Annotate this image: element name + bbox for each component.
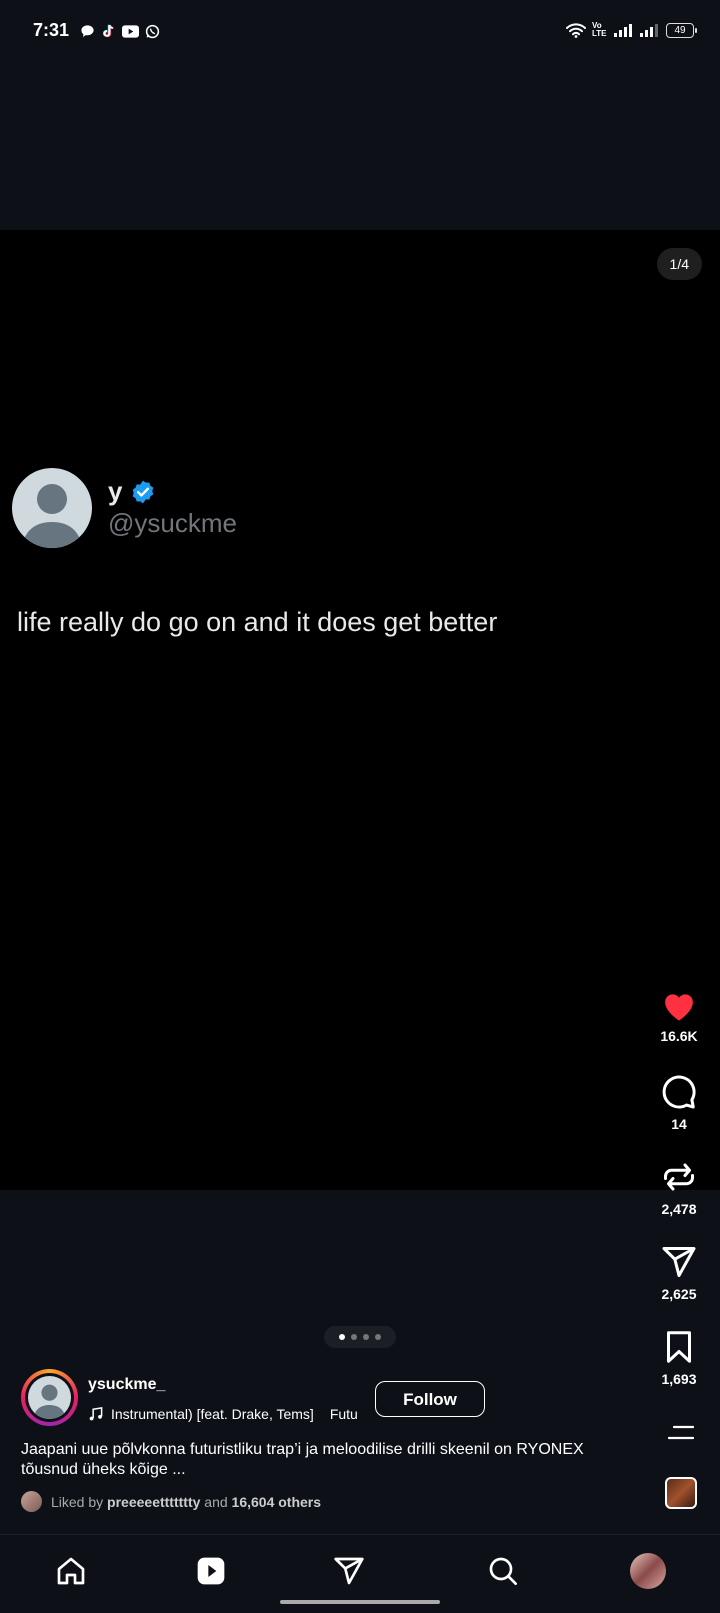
liked-by-user[interactable]: preeeeettttttty <box>107 1494 200 1510</box>
liked-by-text: Liked by preeeeettttttty and 16,604 othe… <box>51 1494 321 1510</box>
page-counter: 1/4 <box>656 248 702 280</box>
save-action[interactable]: 1,693 <box>658 1329 700 1387</box>
home-indicator <box>280 1600 440 1604</box>
comment-icon[interactable] <box>661 1074 697 1110</box>
nav-search[interactable] <box>485 1553 521 1589</box>
send-icon[interactable] <box>661 1244 697 1280</box>
comment-action[interactable]: 14 <box>658 1074 700 1132</box>
post-media[interactable]: 1/4 y @ysuckme life really do go on and … <box>0 230 720 1190</box>
verified-badge-icon <box>133 480 154 503</box>
liked-by-prefix: Liked by <box>51 1493 104 1510</box>
like-action[interactable]: 16.6K <box>658 990 700 1044</box>
heart-icon[interactable] <box>661 990 697 1022</box>
reels-icon[interactable] <box>195 1555 227 1587</box>
follow-button[interactable]: Follow <box>375 1381 485 1417</box>
carousel-dot <box>375 1334 381 1340</box>
post-caption[interactable]: Jaapani uue põlvkonna futuristliku trap’… <box>21 1440 641 1480</box>
tweet-name-text: y <box>108 476 123 506</box>
chat-notification-icon <box>81 24 94 37</box>
share-action[interactable]: 2,625 <box>658 1244 700 1302</box>
tiktok-notification-icon <box>102 24 114 38</box>
status-time: 7:31 <box>33 20 70 40</box>
like-count: 16.6K <box>660 1028 698 1044</box>
wifi-icon <box>566 22 586 38</box>
nav-home[interactable] <box>53 1553 89 1589</box>
signal-secondary-icon <box>640 24 658 37</box>
send-icon[interactable] <box>333 1555 365 1587</box>
volte-label: Vo LTE <box>592 21 607 38</box>
comment-count: 14 <box>671 1116 687 1132</box>
tweet-handle: @ysuckme <box>108 508 237 538</box>
music-note-icon <box>89 1407 103 1421</box>
tweet-avatar <box>12 468 92 548</box>
bookmark-icon[interactable] <box>661 1329 697 1365</box>
nav-profile[interactable] <box>630 1553 666 1589</box>
nav-messages[interactable] <box>331 1553 367 1589</box>
battery-icon: 49 <box>666 22 697 38</box>
search-icon[interactable] <box>487 1555 519 1587</box>
audio-thumbnail[interactable] <box>665 1477 697 1509</box>
whatsapp-notification-icon <box>145 24 160 38</box>
liked-by-others[interactable]: 16,604 others <box>232 1494 322 1510</box>
carousel-dot <box>339 1334 345 1340</box>
music-title-secondary: Futu <box>329 1406 358 1422</box>
music-title: Instrumental) [feat. Drake, Tems] <box>111 1406 314 1422</box>
more-options-icon[interactable] <box>668 1424 694 1444</box>
profile-avatar[interactable] <box>630 1553 666 1589</box>
carousel-dot <box>351 1334 357 1340</box>
share-count: 2,625 <box>661 1286 697 1302</box>
system-indicators: Vo LTE 49 <box>566 21 697 38</box>
carousel-indicator <box>324 1326 396 1348</box>
music-info[interactable]: Instrumental) [feat. Drake, Tems] Futu <box>88 1403 362 1425</box>
liked-by-avatar <box>21 1491 42 1512</box>
signal-icon <box>614 24 632 37</box>
nav-reels[interactable] <box>193 1553 229 1589</box>
youtube-notification-icon <box>122 24 139 38</box>
tweet-display-name: y <box>108 476 156 507</box>
carousel-dot <box>363 1334 369 1340</box>
author-avatar[interactable] <box>21 1369 78 1426</box>
notification-icons <box>80 23 160 39</box>
tweet-text: life really do go on and it does get bet… <box>17 607 498 637</box>
status-bar: 7:31 Vo LTE 49 <box>0 0 720 64</box>
save-count: 1,693 <box>661 1371 697 1387</box>
author-username[interactable]: ysuckme_ <box>88 1376 165 1394</box>
repost-count: 2,478 <box>661 1201 697 1217</box>
home-icon[interactable] <box>55 1555 87 1587</box>
repost-icon[interactable] <box>661 1159 697 1195</box>
repost-action[interactable]: 2,478 <box>658 1159 700 1217</box>
liked-by-and: and <box>204 1493 228 1510</box>
liked-by-row[interactable]: Liked by preeeeettttttty and 16,604 othe… <box>21 1491 321 1512</box>
